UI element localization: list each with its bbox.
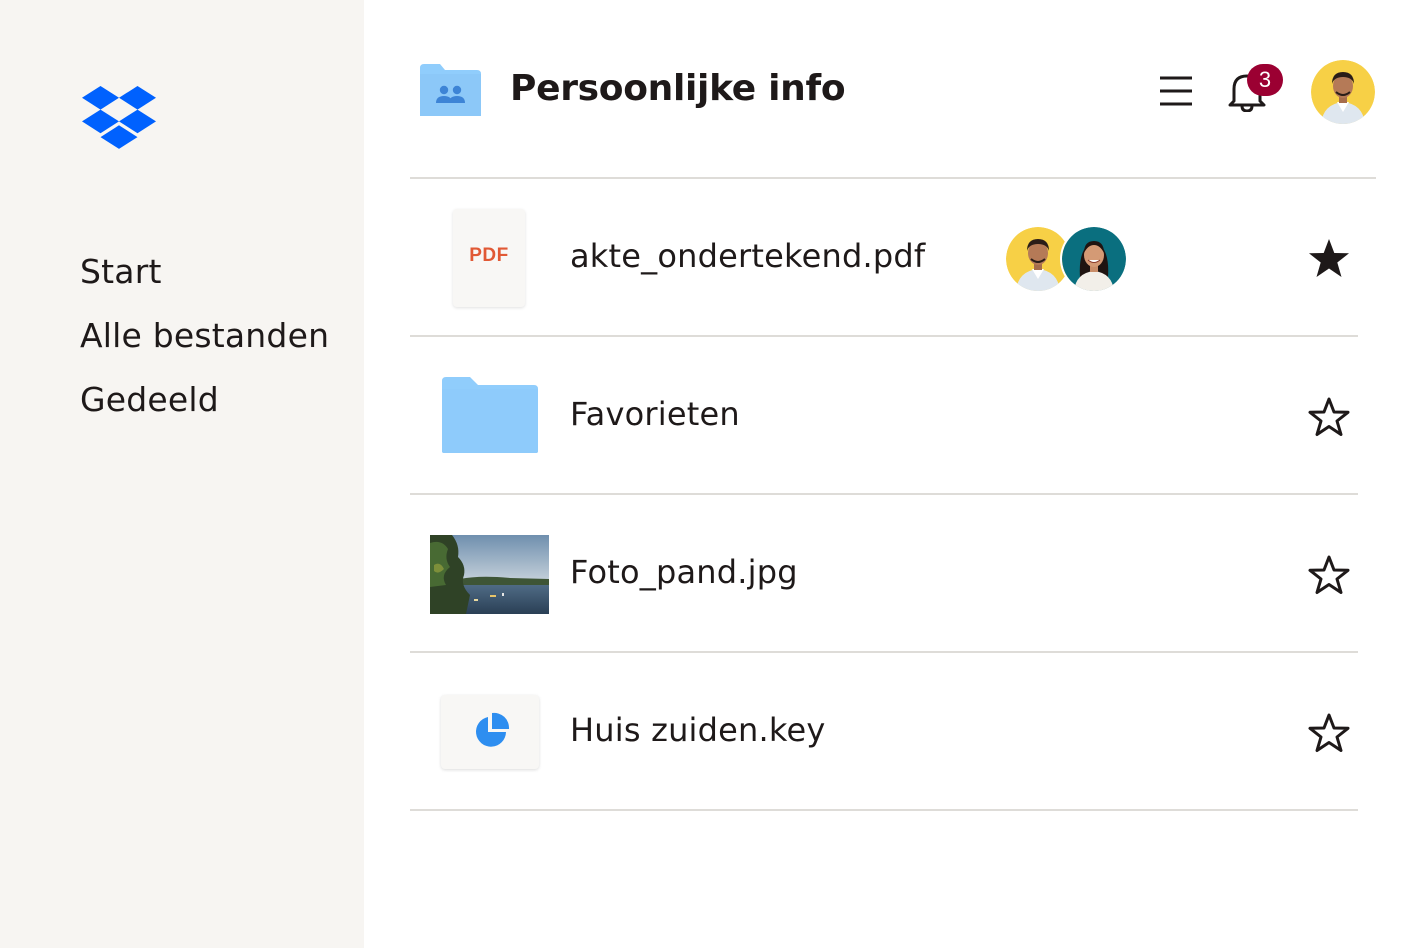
star-outline-icon[interactable] <box>1308 554 1350 596</box>
file-name: akte_ondertekend.pdf <box>570 237 926 275</box>
sidebar-item-start[interactable]: Start <box>80 240 329 304</box>
file-row-favorieten[interactable]: Favorieten <box>410 337 1358 495</box>
hamburger-menu-icon[interactable] <box>1157 72 1195 110</box>
notification-badge: 3 <box>1247 64 1283 96</box>
file-name: Foto_pand.jpg <box>570 553 798 591</box>
star-outline-icon[interactable] <box>1308 396 1350 438</box>
pdf-type-label: PDF <box>469 245 509 266</box>
shared-folder-icon <box>420 64 481 116</box>
file-name: Huis zuiden.key <box>570 711 826 749</box>
shared-users[interactable] <box>1006 227 1130 291</box>
shared-user-avatar <box>1062 227 1126 291</box>
sidebar-item-alle-bestanden[interactable]: Alle bestanden <box>80 304 329 368</box>
page-title: Persoonlijke info <box>510 68 846 109</box>
star-filled-icon[interactable] <box>1308 238 1350 280</box>
pdf-file-icon: PDF <box>453 209 525 307</box>
row-divider <box>410 809 1358 811</box>
star-outline-icon[interactable] <box>1308 712 1350 754</box>
keynote-file-icon <box>441 695 539 769</box>
user-avatar-image <box>1311 60 1375 124</box>
app-window: Start Alle bestanden Gedeeld Persoonlijk… <box>0 0 1422 948</box>
shared-user-avatar <box>1006 227 1070 291</box>
file-name: Favorieten <box>570 395 740 433</box>
pie-chart-icon <box>476 712 510 747</box>
image-thumbnail <box>430 535 549 614</box>
sidebar-item-gedeeld[interactable]: Gedeeld <box>80 368 329 432</box>
sidebar: Start Alle bestanden Gedeeld <box>0 0 364 948</box>
dropbox-logo-icon[interactable] <box>82 86 156 152</box>
sidebar-nav: Start Alle bestanden Gedeeld <box>80 240 329 432</box>
user-avatar[interactable] <box>1311 60 1375 124</box>
folder-icon <box>442 377 538 453</box>
file-row-foto-pand[interactable]: Foto_pand.jpg <box>410 495 1358 653</box>
file-row-huis-zuiden[interactable]: Huis zuiden.key <box>410 653 1358 811</box>
file-row-akte-ondertekend[interactable]: PDF akte_ondertekend.pdf <box>410 179 1358 337</box>
